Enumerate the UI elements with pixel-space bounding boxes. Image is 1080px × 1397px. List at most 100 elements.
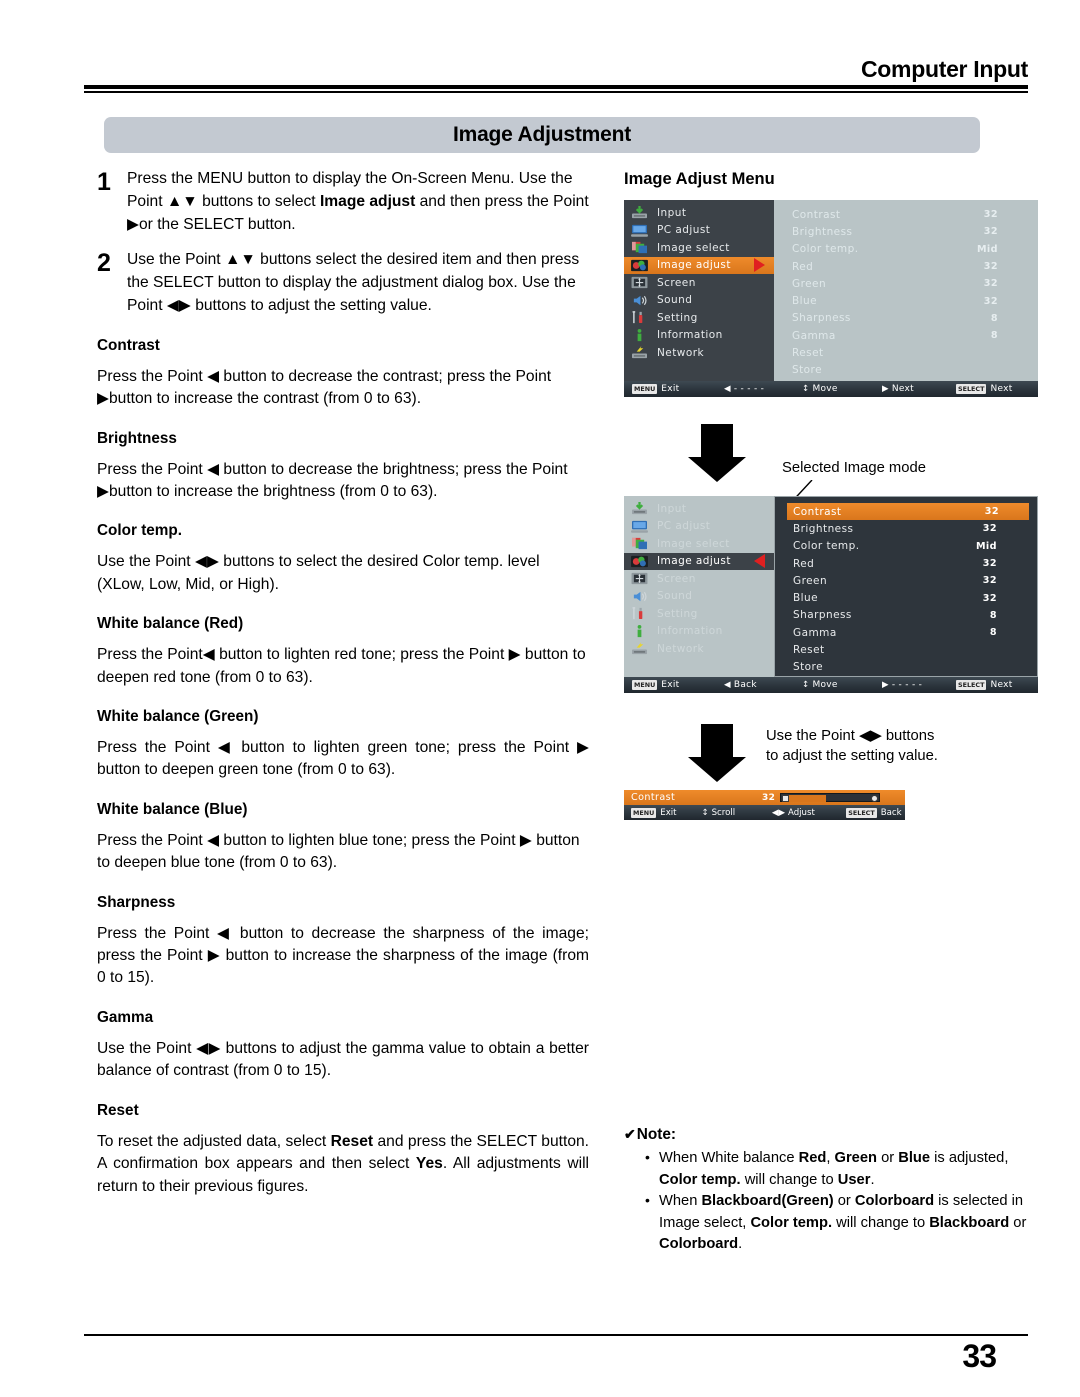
osd-status-item: ↕ Move [802, 384, 882, 394]
osd-value-row[interactable]: Gamma 8 [789, 624, 1027, 641]
osd-value-row[interactable]: Sharpness 8 [789, 607, 1027, 624]
note-item: When Blackboard(Green) or Colorboard is … [645, 1190, 1040, 1256]
osd-value-number: 32 [983, 226, 998, 238]
status-glyph-icon: ▶ [882, 384, 889, 394]
osd-value-row[interactable]: Store [789, 659, 1027, 676]
osd-menu-item-information[interactable]: Information [624, 327, 774, 345]
parameter-heading: Reset [97, 1101, 139, 1119]
setting-icon [630, 606, 649, 621]
osd-value-number: 32 [983, 261, 998, 273]
keycap-select: SELECT [956, 680, 987, 690]
osd-value-row[interactable]: Brightness 32 [788, 223, 1028, 240]
osd-value-name: Gamma [793, 626, 837, 639]
osd-value-row[interactable]: Green 32 [788, 275, 1028, 292]
setting-icon [630, 310, 649, 325]
osd-status-item: SELECT Back [846, 807, 905, 818]
osd-value-name: Store [792, 364, 823, 377]
status-glyph-icon: ↕ [802, 680, 810, 690]
osd-menu-item-network[interactable]: Network [624, 640, 774, 658]
osd-value-number: Mid [976, 243, 998, 255]
osd-value-row[interactable]: Brightness 32 [789, 520, 1027, 537]
osd-menu-item-label: Network [657, 346, 704, 359]
keycap-select: SELECT [956, 384, 987, 394]
osd-status-label: Back [733, 680, 757, 690]
osd-menu-item-input[interactable]: Input [624, 204, 774, 222]
osd-value-row[interactable]: Green 32 [789, 572, 1027, 589]
osd-status-item: MENU Exit [632, 680, 724, 690]
osd-value-row[interactable]: Reset [789, 641, 1027, 658]
osd-value-name: Sharpness [792, 312, 851, 325]
osd-menu-item-image-select[interactable]: Image select [624, 239, 774, 257]
contrast-dialog-status-bar: MENU Exit ↕ Scroll ◀▶ Adjust SELECT Back [624, 805, 905, 820]
keycap-menu: MENU [631, 807, 657, 818]
osd-status-item: SELECT Next [956, 680, 1036, 690]
sound-icon [630, 589, 649, 604]
osd-menu-item-input[interactable]: Input [624, 500, 774, 518]
callout-selected-image-mode: Selected Image mode [782, 458, 926, 478]
osd-value-row[interactable]: Color temp. Mid [788, 241, 1028, 258]
osd-value-row[interactable]: Contrast 32 [788, 206, 1028, 223]
osd-menu-item-label: Information [657, 625, 723, 638]
osd-value-row[interactable]: Contrast 32 [787, 503, 1029, 521]
osd-menu-item-screen[interactable]: Screen [624, 570, 774, 588]
image-adjust-icon [630, 554, 649, 569]
osd-menu-item-sound[interactable]: Sound [624, 588, 774, 606]
osd-menu-item-label: Sound [657, 590, 693, 603]
osd-menu-item-setting[interactable]: Setting [624, 309, 774, 327]
osd-value-number: 32 [983, 295, 998, 307]
osd-value-name: Color temp. [793, 540, 860, 553]
osd-status-label: Back [880, 807, 902, 818]
parameter-description: Press the Point ◀ button to decrease the… [97, 367, 552, 408]
menu-illustration-column: Image Adjust Menu Input PC adjust Image se… [624, 170, 1040, 397]
keycap-select: SELECT [846, 807, 877, 818]
osd-menu-item-image-adjust[interactable]: Image adjust [624, 256, 774, 274]
osd-menu-item-label: Information [657, 329, 723, 342]
osd-value-row[interactable]: Gamma 8 [788, 327, 1028, 344]
osd-value-number: Mid [975, 540, 997, 552]
osd-status-label: Next [891, 384, 915, 394]
information-icon [630, 328, 649, 343]
osd-menu-item-pc-adjust[interactable]: PC adjust [624, 518, 774, 536]
osd-value-row[interactable]: Blue 32 [789, 589, 1027, 606]
input-icon [630, 205, 649, 220]
step-text: Press the MENU button to display the On-… [127, 170, 589, 233]
status-glyph-icon: ↕ [701, 807, 709, 818]
contrast-slider-track[interactable] [780, 793, 880, 802]
osd-value-name: Red [792, 260, 814, 273]
osd-value-row[interactable]: Reset [788, 344, 1028, 361]
osd-value-row[interactable]: Red 32 [789, 555, 1027, 572]
osd-value-row[interactable]: Blue 32 [788, 292, 1028, 309]
osd-value-number: 32 [983, 209, 998, 221]
osd-menu-item-image-adjust[interactable]: Image adjust [624, 552, 774, 570]
parameter-heading: White balance (Red) [97, 615, 244, 633]
osd-menu-item-information[interactable]: Information [624, 623, 774, 641]
osd-menu-item-sound[interactable]: Sound [624, 292, 774, 310]
flow-arrow-down-1 [688, 424, 746, 482]
osd-value-row[interactable]: Color temp. Mid [789, 538, 1027, 555]
osd-menu-item-network[interactable]: Network [624, 344, 774, 362]
note-block: ✔Note: When White balance Red, Green or … [624, 1126, 1040, 1256]
parameter-description: Press the Point ◀ button to lighten gree… [97, 739, 589, 779]
osd-menu-item-screen[interactable]: Screen [624, 274, 774, 292]
osd-menu-item-image-select[interactable]: Image select [624, 535, 774, 553]
osd-value-row[interactable]: Sharpness 8 [788, 310, 1028, 327]
osd-status-item: ◀▶ Adjust [772, 808, 846, 818]
osd-menu-item-label: Sound [657, 294, 693, 307]
osd-menu-item-setting[interactable]: Setting [624, 605, 774, 623]
osd-value-row[interactable]: Red 32 [788, 258, 1028, 275]
contrast-slider-knob-left[interactable] [782, 795, 789, 802]
osd-menu-item-pc-adjust[interactable]: PC adjust [624, 222, 774, 240]
parameter-heading: Contrast [97, 336, 160, 354]
step-number: 2 [97, 249, 111, 278]
note-items: When White balance Red, Green or Blue is… [624, 1147, 1040, 1256]
numbered-steps: 1 Press the MENU button to display the On… [97, 168, 589, 318]
osd-value-number: 32 [982, 523, 997, 535]
image-select-icon [630, 536, 649, 551]
osd-status-item: MENU Exit [632, 384, 724, 394]
image-select-icon [630, 240, 649, 255]
osd-status-item: MENU Exit [631, 807, 701, 818]
contrast-slider-knob-right[interactable] [871, 795, 878, 802]
osd-status-item: ◀ Back [724, 680, 802, 690]
osd-value-row[interactable]: Store [788, 362, 1028, 379]
sound-icon [630, 293, 649, 308]
